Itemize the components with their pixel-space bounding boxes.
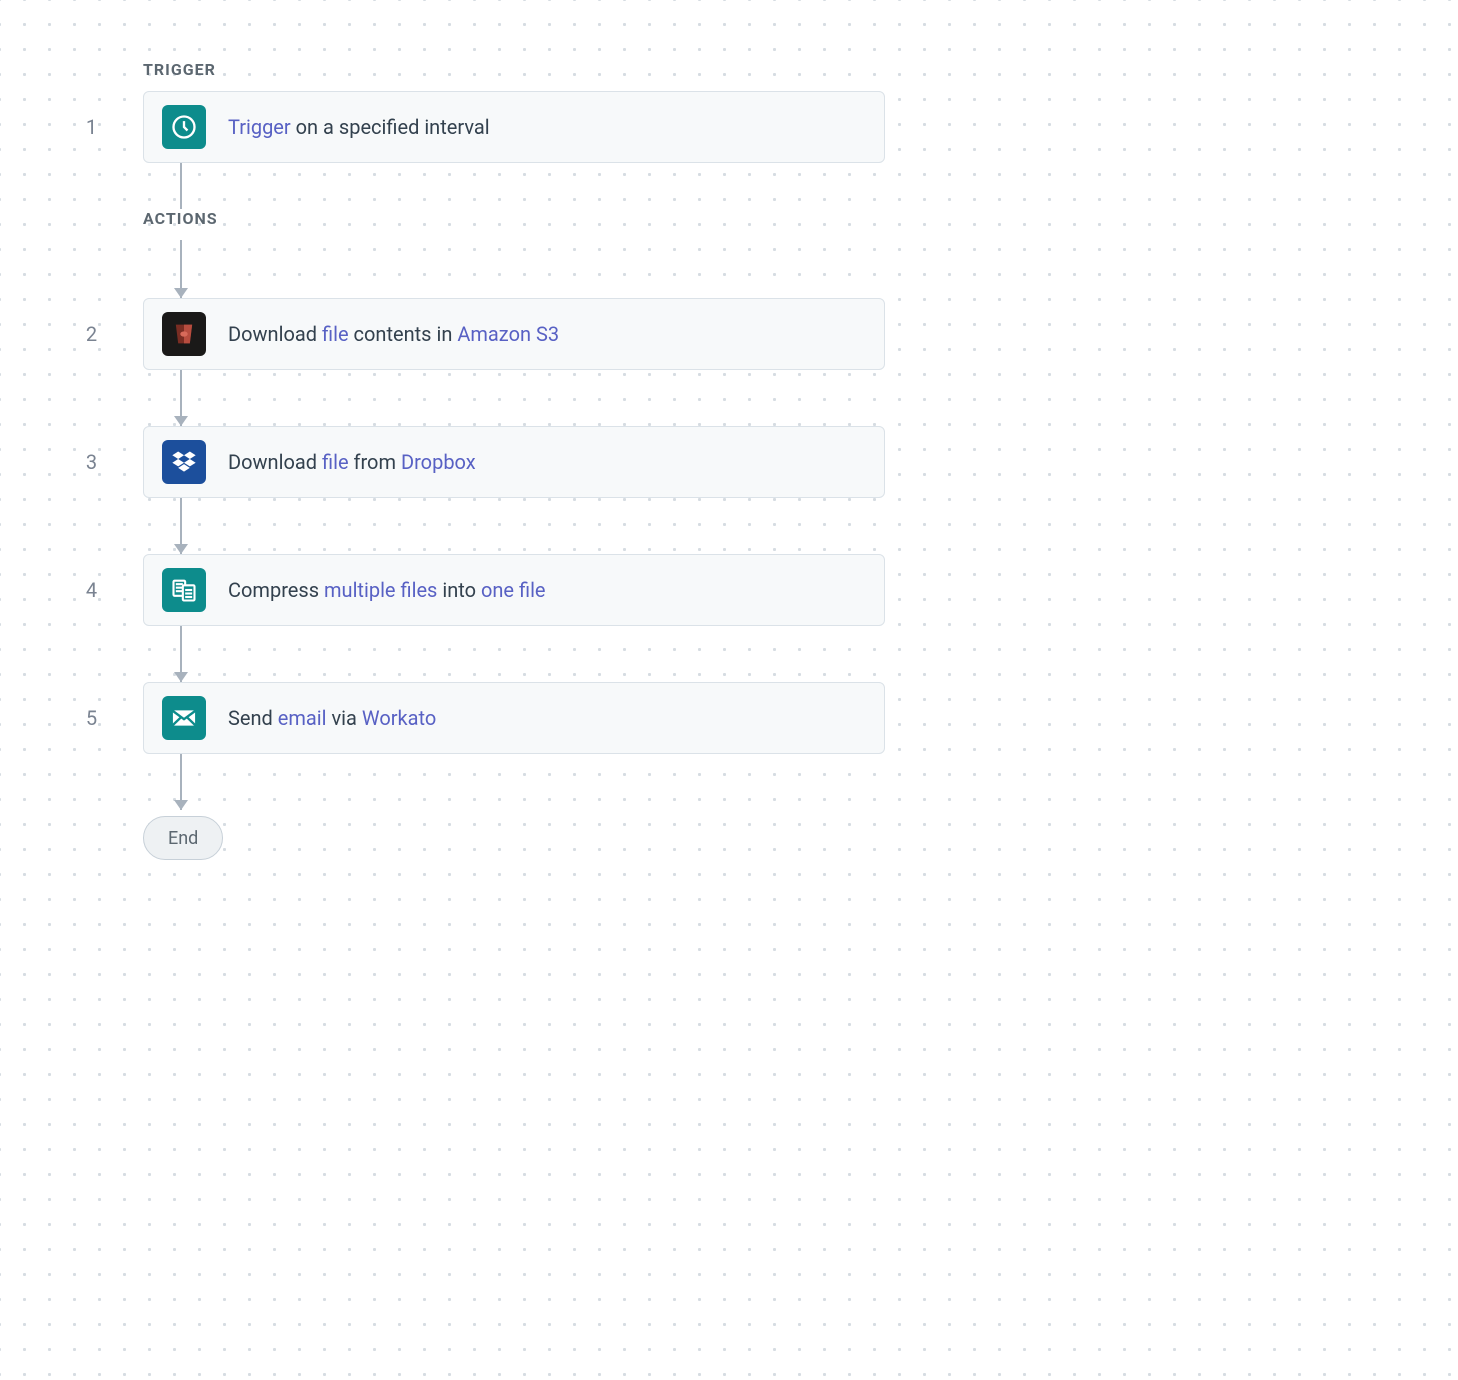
step-number: 4 xyxy=(40,578,143,602)
step-row-1: 1 Trigger on a specified interval xyxy=(40,91,1418,163)
action-card[interactable]: Download file contents in Amazon S3 xyxy=(143,298,885,370)
action-card[interactable]: Compress multiple files into one file xyxy=(143,554,885,626)
step-description: Send email via Workato xyxy=(228,706,436,730)
step-number: 3 xyxy=(40,450,143,474)
clock-icon xyxy=(162,105,206,149)
step-row-5: 5 Send email via Workato xyxy=(40,682,1418,754)
end-pill: End xyxy=(143,816,223,860)
trigger-section-label: TRIGGER xyxy=(143,60,1418,79)
step-row-2: 2 Download file contents in Amazon S3 xyxy=(40,298,1418,370)
files-icon xyxy=(162,568,206,612)
step-row-3: 3 Download file from Dropbox xyxy=(40,426,1418,498)
connector-arrow xyxy=(180,754,182,810)
connector-arrow xyxy=(180,370,182,426)
connector-arrow xyxy=(180,240,182,298)
step-description: Trigger on a specified interval xyxy=(228,115,490,139)
connector-arrow xyxy=(180,626,182,682)
step-number: 2 xyxy=(40,322,143,346)
connector-arrow xyxy=(180,498,182,554)
mail-icon xyxy=(162,696,206,740)
step-row-4: 4 Compress multiple files into one file xyxy=(40,554,1418,626)
step-description: Download file contents in Amazon S3 xyxy=(228,322,559,346)
trigger-card[interactable]: Trigger on a specified interval xyxy=(143,91,885,163)
dropbox-icon xyxy=(162,440,206,484)
actions-section-label: ACTIONS xyxy=(143,209,1418,228)
step-number: 5 xyxy=(40,706,143,730)
workflow-canvas: TRIGGER 1 Trigger on a specified interva… xyxy=(0,0,1458,900)
step-description: Download file from Dropbox xyxy=(228,450,476,474)
action-card[interactable]: Download file from Dropbox xyxy=(143,426,885,498)
s3-icon xyxy=(162,312,206,356)
action-card[interactable]: Send email via Workato xyxy=(143,682,885,754)
step-description: Compress multiple files into one file xyxy=(228,578,546,602)
step-number: 1 xyxy=(40,115,143,139)
connector-line xyxy=(180,163,182,209)
